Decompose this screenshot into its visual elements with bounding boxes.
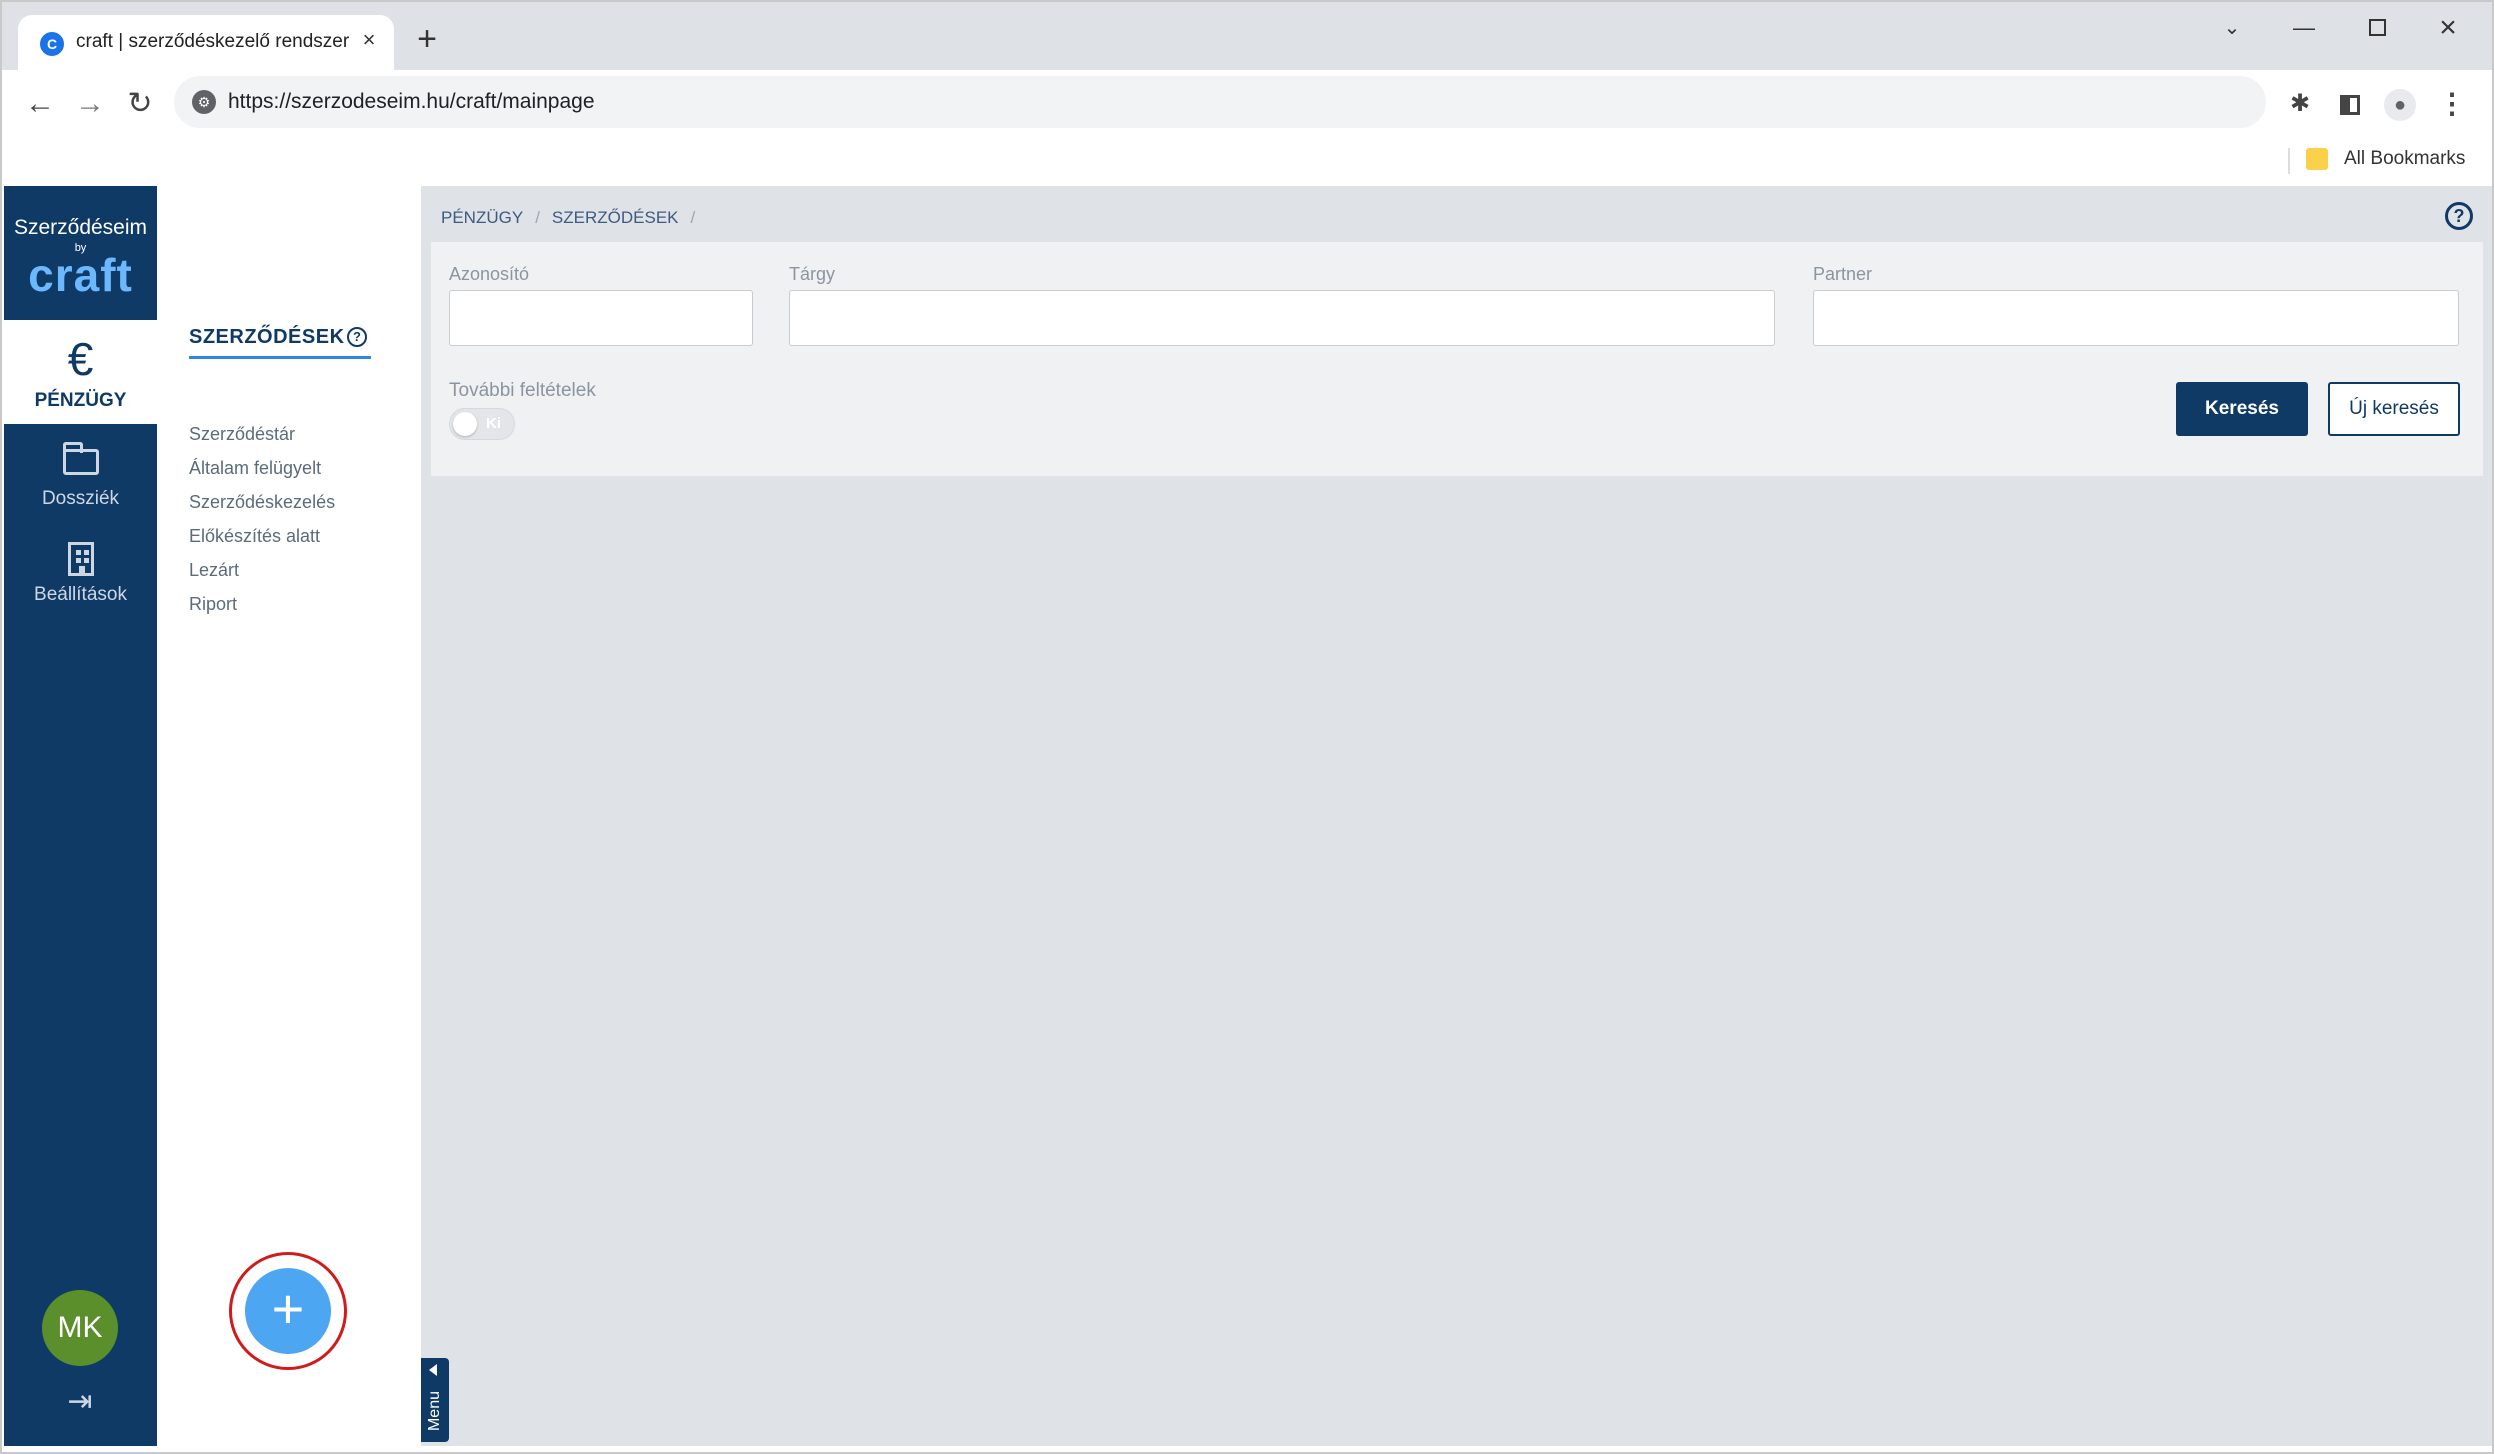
breadcrumb-item-szerzodesek[interactable]: SZERZŐDÉSEK	[552, 208, 679, 227]
logout-icon[interactable]: ⇥	[58, 1382, 102, 1422]
bookmarks-bar: All Bookmarks	[2, 136, 2492, 186]
browser-window: C craft | szerződéskezelő rendszer × + ⌄…	[0, 0, 2494, 1454]
window-close-icon[interactable]: ×	[2418, 8, 2478, 48]
logo-title: Szerződéseim	[13, 216, 148, 239]
avatar[interactable]: MK	[42, 1290, 118, 1366]
subnav-item-altalam-felugyelt[interactable]: Általam felügyelt	[189, 458, 321, 479]
logo-brand: craft	[28, 249, 133, 301]
minimize-icon[interactable]: —	[2274, 8, 2334, 48]
subnav-item-elokeszites-alatt[interactable]: Előkészítés alatt	[189, 526, 320, 547]
tab-search-chevron-icon[interactable]: ⌄	[2202, 8, 2262, 48]
reload-icon[interactable]: ↻	[120, 84, 160, 124]
bookmark-folder-icon[interactable]	[2306, 148, 2328, 170]
icon-rail: Szerződéseim by craft € PÉNZÜGY Dossziék…	[4, 186, 157, 1446]
rail-item-dossziek[interactable]: Dossziék	[4, 426, 157, 522]
profile-icon[interactable]: ●	[2380, 84, 2420, 124]
back-arrow-icon[interactable]: ←	[20, 84, 60, 124]
subnav-item-szerzodestar[interactable]: Szerződéstár	[189, 424, 295, 445]
subnav-item-riport[interactable]: Riport	[189, 594, 237, 615]
tab-strip: C craft | szerződéskezelő rendszer × + ⌄…	[2, 2, 2492, 70]
all-bookmarks-link[interactable]: All Bookmarks	[2344, 148, 2465, 170]
breadcrumb: PÉNZÜGY / SZERZŐDÉSEK /	[441, 208, 707, 228]
azonosito-label: Azonosító	[449, 264, 530, 284]
side-panel-icon[interactable]	[2330, 84, 2370, 124]
extensions-icon[interactable]: ✱	[2280, 84, 2320, 124]
forward-arrow-icon[interactable]: →	[70, 84, 110, 124]
subnav-item-szerzodeskezeles[interactable]: Szerződéskezelés	[189, 492, 335, 513]
breadcrumb-separator: /	[690, 208, 696, 227]
more-conditions-label: További feltételek	[449, 380, 596, 401]
search-button[interactable]: Keresés	[2176, 382, 2308, 436]
search-filter-panel: Azonosító Tárgy Partner További feltétel…	[431, 242, 2483, 476]
maximize-icon[interactable]	[2347, 8, 2407, 48]
more-conditions-toggle[interactable]: Ki	[449, 408, 515, 440]
toggle-state-text: Ki	[486, 415, 501, 432]
folder-icon	[4, 440, 157, 485]
breadcrumb-item-penzugy[interactable]: PÉNZÜGY	[441, 208, 523, 227]
rail-item-label: Beállítások	[34, 584, 127, 605]
subnav-item-lezart[interactable]: Lezárt	[189, 560, 239, 581]
main-content: PÉNZÜGY / SZERZŐDÉSEK / ? Azonosító Tárgy P…	[421, 186, 2492, 1446]
partner-input[interactable]	[1813, 290, 2459, 346]
bookmarks-separator	[2288, 148, 2290, 174]
euro-icon: €	[67, 333, 94, 385]
targy-label: Tárgy	[789, 264, 836, 284]
building-icon	[4, 536, 157, 586]
rail-item-beallitasok[interactable]: Beállítások	[4, 522, 157, 618]
active-underline	[189, 356, 371, 359]
azonosito-input[interactable]	[449, 290, 753, 346]
close-tab-icon[interactable]: ×	[356, 27, 382, 53]
site-info-icon[interactable]: ⚙	[192, 90, 216, 114]
address-bar[interactable]: ⚙ https://szerzodeseim.hu/craft/mainpage	[174, 76, 2266, 128]
rail-item-label: PÉNZÜGY	[34, 390, 127, 411]
browser-tab[interactable]: C craft | szerződéskezelő rendszer ×	[18, 15, 394, 70]
new-search-button[interactable]: Új keresés	[2328, 382, 2460, 436]
favicon-icon: C	[40, 32, 64, 56]
partner-label: Partner	[1813, 264, 1873, 284]
breadcrumb-separator: /	[535, 208, 540, 227]
kebab-menu-icon[interactable]: ⋮	[2432, 84, 2472, 124]
targy-input[interactable]	[789, 290, 1775, 346]
browser-toolbar: ← → ↻ ⚙ https://szerzodeseim.hu/craft/ma…	[2, 70, 2492, 136]
url-text[interactable]: https://szerzodeseim.hu/craft/mainpage	[228, 90, 595, 114]
rail-item-penzugy[interactable]: € PÉNZÜGY	[4, 320, 157, 424]
new-tab-icon[interactable]: +	[412, 22, 442, 56]
app-shell: Szerződéseim by craft € PÉNZÜGY Dossziék…	[4, 186, 2492, 1446]
secondary-nav: SZERZŐDÉSEK ? Szerződéstár Általam felüg…	[157, 186, 421, 1446]
add-button[interactable]: +	[245, 1268, 331, 1354]
rail-item-label: Dossziék	[41, 488, 120, 509]
toggle-knob	[453, 412, 477, 436]
subnav-title[interactable]: SZERZŐDÉSEK	[189, 326, 345, 349]
page-help-icon[interactable]: ?	[2445, 202, 2473, 230]
help-icon[interactable]: ?	[347, 327, 367, 347]
tab-title: craft | szerződéskezelő rendszer	[76, 31, 350, 52]
app-logo[interactable]: Szerződéseim by craft	[4, 186, 157, 318]
